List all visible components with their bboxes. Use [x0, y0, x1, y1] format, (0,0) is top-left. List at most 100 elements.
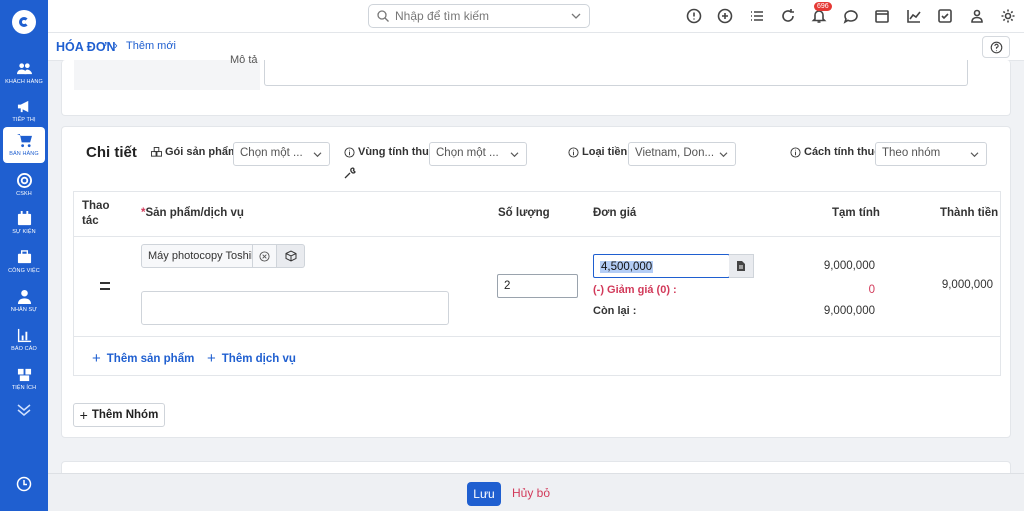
line-chart-icon[interactable]: [906, 8, 922, 24]
add-circle-icon[interactable]: [717, 8, 733, 24]
quantity-input[interactable]: 2: [497, 274, 578, 298]
tax-method-select[interactable]: Theo nhóm: [875, 142, 987, 166]
calendar-icon: [17, 211, 31, 226]
boxes-icon: [151, 146, 162, 157]
add-service-label: Thêm dịch vụ: [221, 352, 296, 365]
search-placeholder: Nhập để tìm kiếm: [395, 9, 490, 23]
product-input[interactable]: Máy photocopy Toshiba: [141, 244, 253, 268]
chevron-down-icon: [571, 13, 581, 19]
package-select[interactable]: Chọn một ...: [233, 142, 330, 166]
add-service-link[interactable]: + Thêm dịch vụ: [207, 350, 296, 367]
box-icon: [285, 250, 296, 262]
sidebar-item-support[interactable]: CSKH: [3, 167, 45, 203]
sidebar-item-utilities[interactable]: TIỆN ÍCH: [3, 361, 45, 397]
header-divider: [74, 236, 1000, 237]
quantity-value: 2: [504, 280, 511, 292]
tax-method-select-value: Theo nhóm: [882, 147, 941, 159]
sidebar-item-hr[interactable]: NHÂN SỰ: [3, 283, 45, 319]
sidebar-item-label: NHÂN SỰ: [10, 307, 38, 313]
gear-icon[interactable]: [1000, 8, 1016, 24]
currency-label: Loại tiền: [568, 146, 627, 158]
discount-link[interactable]: (-) Giảm giá (0) :: [593, 284, 677, 296]
package-label-text: Gói sản phẩm: [165, 146, 238, 158]
list-icon[interactable]: [749, 8, 765, 24]
header-product-text: Sản phẩm/dịch vụ: [145, 207, 244, 219]
lifebuoy-icon: [16, 173, 32, 188]
checkbox-icon[interactable]: [937, 8, 953, 24]
search-icon: [377, 10, 389, 22]
save-button[interactable]: Lưu: [467, 482, 501, 506]
user-icon[interactable]: [969, 8, 985, 24]
tax-method-label-text: Cách tính thuế: [804, 146, 881, 158]
add-product-link[interactable]: + Thêm sản phẩm: [92, 350, 194, 367]
header-unit-price: Đơn giá: [593, 207, 637, 219]
sidebar-item-label: CSKH: [16, 191, 32, 197]
currency-select[interactable]: Vietnam, Don...: [628, 142, 736, 166]
product-picker-button[interactable]: [277, 244, 305, 268]
sidebar-item-sales[interactable]: BÁN HÀNG: [3, 127, 45, 163]
chevron-double-down-icon[interactable]: [16, 403, 32, 417]
breadcrumb-current: Thêm mới: [126, 40, 176, 52]
product-note-textarea[interactable]: [141, 291, 449, 325]
chevron-down-icon: [719, 152, 728, 158]
sidebar-item-reports[interactable]: BÁO CÁO: [3, 322, 45, 358]
tax-region-label-text: Vùng tính thuế: [358, 146, 435, 158]
row-divider: [74, 336, 1000, 337]
breadcrumb-root[interactable]: HÓA ĐƠN: [56, 40, 116, 54]
tax-region-select[interactable]: Chọn một ...: [429, 142, 527, 166]
wrench-icon[interactable]: [344, 167, 356, 179]
sidebar-item-label: CÔNG VIỆC: [8, 268, 40, 274]
info-icon: [568, 146, 579, 158]
app-logo[interactable]: [12, 10, 36, 34]
subtotal-value: 9,000,000: [823, 260, 875, 272]
total-value: 9,000,000: [941, 279, 993, 291]
info-icon: [790, 146, 801, 158]
help-button[interactable]: [982, 36, 1010, 58]
plus-icon: +: [79, 407, 88, 423]
tax-region-label: Vùng tính thuế: [344, 146, 435, 158]
chevron-down-icon: [970, 152, 979, 158]
sidebar-item-marketing[interactable]: TIẾP THỊ: [3, 93, 45, 129]
sidebar-item-label: TIỆN ÍCH: [11, 385, 37, 391]
chevron-down-icon: [313, 152, 322, 158]
chat-icon[interactable]: [843, 8, 859, 24]
currency-label-text: Loại tiền: [582, 146, 628, 158]
drag-handle-icon[interactable]: [100, 282, 110, 290]
header-action-line2: tác: [82, 215, 99, 227]
breadcrumb-separator: ›: [114, 40, 118, 52]
header-total: Thành tiền: [940, 207, 999, 219]
info-icon: [344, 146, 355, 158]
package-label: Gói sản phẩm: [151, 146, 238, 158]
sidebar-item-customers[interactable]: KHÁCH HÀNG: [3, 55, 45, 91]
sidebar-item-label: SỰ KIỆN: [12, 229, 36, 235]
clock-icon[interactable]: [16, 476, 32, 492]
clear-product-button[interactable]: [253, 244, 277, 268]
notification-badge: 696: [814, 2, 832, 11]
add-product-label: Thêm sản phẩm: [106, 352, 195, 365]
remaining-label: Còn lại :: [593, 305, 637, 317]
add-group-label: Thêm Nhóm: [91, 409, 159, 421]
unit-price-input[interactable]: 4,500,000: [593, 254, 730, 278]
header-quantity: Số lượng: [498, 207, 550, 219]
description-label-cell: Mô tả: [74, 54, 260, 90]
chevron-down-icon: [510, 152, 519, 158]
bar-chart-icon: [17, 328, 31, 343]
refresh-icon[interactable]: [780, 8, 796, 24]
price-book-button[interactable]: [729, 254, 754, 278]
global-search-input[interactable]: Nhập để tìm kiếm: [368, 4, 590, 28]
sidebar-item-events[interactable]: SỰ KIỆN: [3, 205, 45, 241]
add-group-button[interactable]: + Thêm Nhóm: [73, 403, 165, 427]
calendar-icon[interactable]: [874, 8, 890, 24]
cancel-button[interactable]: Hủy bỏ: [512, 486, 550, 500]
megaphone-icon: [17, 100, 28, 113]
plus-icon: +: [207, 350, 216, 367]
sidebar-item-tasks[interactable]: CÔNG VIỆC: [3, 244, 45, 280]
description-textarea[interactable]: [264, 60, 968, 86]
header-product: *Sản phẩm/dịch vụ: [141, 207, 244, 219]
alert-icon[interactable]: [686, 8, 702, 24]
header-subtotal: Tạm tính: [832, 207, 880, 219]
sidebar-item-label: TIẾP THỊ: [12, 117, 36, 123]
package-select-value: Chọn một ...: [240, 147, 303, 159]
remaining-value: 9,000,000: [823, 305, 875, 317]
users-icon: [16, 63, 32, 75]
